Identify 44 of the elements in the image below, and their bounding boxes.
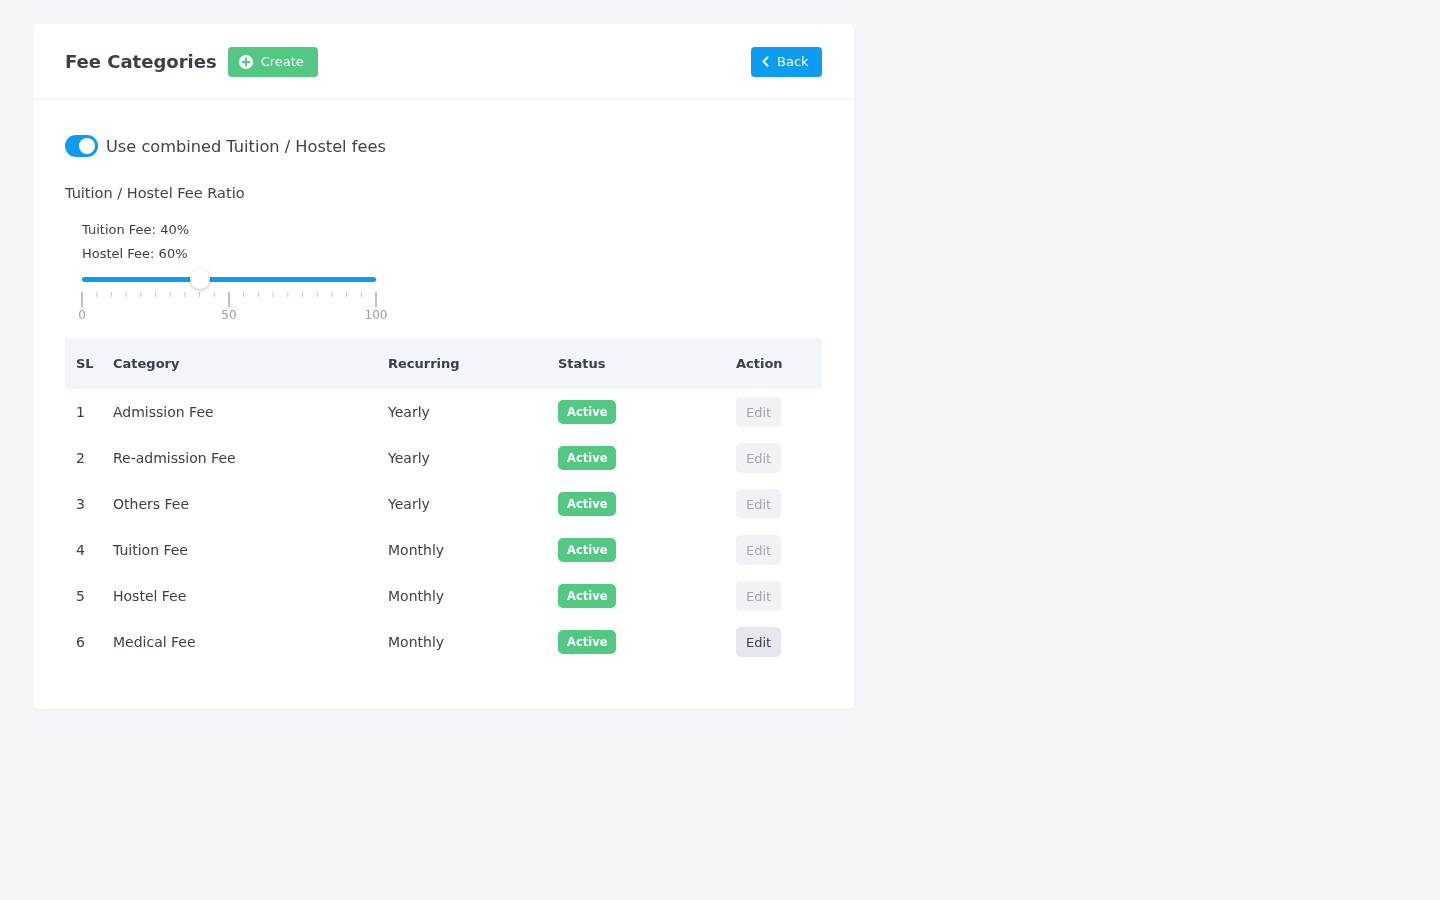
section-label: Tuition / Hostel Fee Ratio xyxy=(65,184,245,203)
column-header: Status xyxy=(547,338,725,389)
table-cell: Admission Fee xyxy=(102,389,377,435)
tick-label: 100 xyxy=(364,307,388,323)
column-header: Category xyxy=(102,338,377,389)
status-badge: Active xyxy=(558,446,617,470)
column-header: Action xyxy=(725,338,822,389)
ratio-reading: Tuition Fee: 40% xyxy=(82,221,190,239)
toggle-switch[interactable] xyxy=(65,135,98,157)
ratio-reading: Hostel Fee: 60% xyxy=(82,245,188,263)
back-button[interactable]: Back xyxy=(751,46,822,77)
status-badge: Active xyxy=(558,584,617,608)
create-button[interactable]: Create xyxy=(227,46,318,77)
table-cell-text: 3 xyxy=(75,495,86,514)
table-cell: 1 xyxy=(65,389,102,435)
toggle-label: Use combined Tuition / Hostel fees xyxy=(106,136,386,156)
column-header: Recurring xyxy=(377,338,547,389)
table-cell-text: 2 xyxy=(75,449,86,468)
status-badge: Active xyxy=(558,630,617,654)
page-title: Fee Categories xyxy=(65,51,217,72)
chevron-left-icon xyxy=(762,56,769,67)
table-cell: Yearly xyxy=(377,389,547,435)
table-cell-text: 5 xyxy=(75,587,86,606)
tick-label: 50 xyxy=(221,307,237,323)
table-cell-text: 4 xyxy=(75,541,86,560)
table-cell-text: Medical Fee xyxy=(112,633,197,652)
status-badge: Active xyxy=(558,400,617,424)
slider-thumb[interactable] xyxy=(189,269,210,289)
table-cell-text: Monthly xyxy=(387,587,446,606)
tick-label: 0 xyxy=(78,307,86,323)
column-header: SL xyxy=(65,338,102,389)
table-cell-text: Tuition Fee xyxy=(112,541,189,560)
table-cell-text: Hostel Fee xyxy=(112,587,188,606)
table-cell-text: Yearly xyxy=(387,495,431,514)
table-cell-text: Monthly xyxy=(387,633,446,652)
table-cell-text: Re-admission Fee xyxy=(112,449,237,468)
table-cell-text: Others Fee xyxy=(112,495,190,514)
table-cell-text: Monthly xyxy=(387,541,446,560)
status-badge: Active xyxy=(558,492,617,516)
status-badge: Active xyxy=(558,538,617,562)
table-cell-text: Yearly xyxy=(387,449,431,468)
plus-circle-icon xyxy=(238,54,253,69)
table-cell-text: 6 xyxy=(75,633,86,652)
edit-button[interactable]: Edit xyxy=(736,627,782,657)
